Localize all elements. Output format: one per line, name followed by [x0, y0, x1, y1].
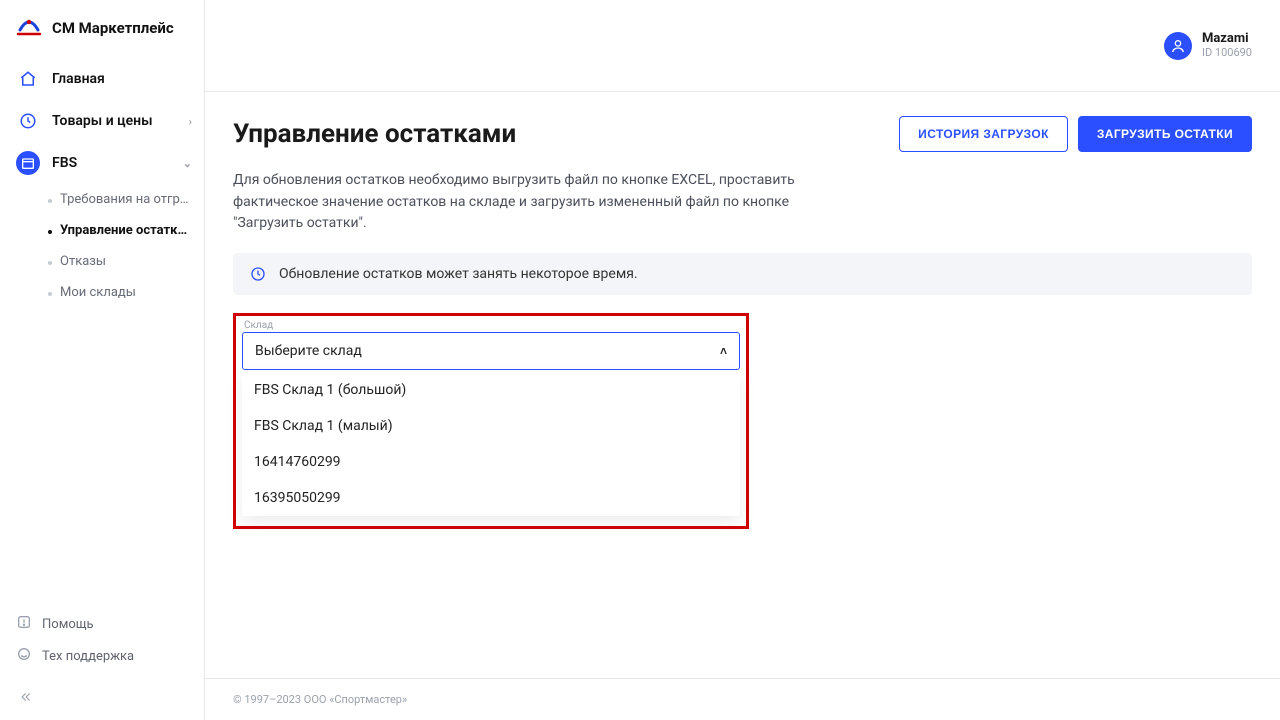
topbar: Mazami ID 100690 — [205, 0, 1280, 92]
footer: © 1997–2023 ООО «Спортмастер» — [205, 678, 1280, 720]
page-header: Управление остатками ИСТОРИЯ ЗАГРУЗОК ЗА… — [233, 116, 1252, 152]
chevron-up-icon: ˄ — [720, 344, 727, 358]
support-link[interactable]: Тех поддержка — [16, 640, 188, 672]
warehouse-option[interactable]: FBS Склад 1 (малый) — [242, 408, 740, 444]
chevron-down-icon: ⌄ — [183, 157, 192, 170]
nav-label: Главная — [52, 71, 105, 87]
sidebar-bottom: Помощь Тех поддержка — [0, 608, 204, 682]
user-block[interactable]: Mazami ID 100690 — [1164, 32, 1252, 60]
history-button[interactable]: ИСТОРИЯ ЗАГРУЗОК — [899, 116, 1068, 152]
select-label: Склад — [242, 320, 740, 332]
help-icon — [16, 614, 32, 634]
info-icon — [249, 265, 267, 283]
page-description: Для обновления остатков необходимо выгру… — [233, 170, 853, 235]
sidebar-item-products[interactable]: Товары и цены › — [0, 100, 204, 142]
upload-button[interactable]: ЗАГРУЗИТЬ ОСТАТКИ — [1078, 116, 1252, 152]
fbs-subnav: Требования на отгру... Управление остатк… — [0, 184, 204, 308]
main-area: Mazami ID 100690 Управление остатками ИС… — [205, 0, 1280, 720]
select-value: Выберите склад — [255, 343, 362, 359]
help-link[interactable]: Помощь — [16, 608, 188, 640]
info-banner: Обновление остатков может занять некотор… — [233, 253, 1252, 295]
subnav-warehouses[interactable]: Мои склады — [48, 277, 192, 308]
warehouse-option[interactable]: 16414760299 — [242, 444, 740, 480]
pricetag-icon — [16, 109, 40, 133]
subnav-stock[interactable]: Управление остатками — [48, 215, 192, 246]
chevron-right-icon: › — [189, 115, 192, 128]
sidebar-item-fbs[interactable]: FBS ⌄ — [0, 142, 204, 184]
sidebar-item-home[interactable]: Главная — [0, 58, 204, 100]
help-label: Помощь — [42, 617, 94, 632]
warehouse-select[interactable]: Выберите склад ˄ — [242, 332, 740, 370]
subnav-shipments[interactable]: Требования на отгру... — [48, 184, 192, 215]
info-text: Обновление остатков может занять некотор… — [279, 266, 638, 282]
main-nav: Главная Товары и цены › FBS ⌄ Требования… — [0, 58, 204, 608]
box-icon — [16, 151, 40, 175]
nav-label: FBS — [52, 155, 77, 171]
sidebar: СМ Маркетплейс Главная Товары и цены › — [0, 0, 205, 720]
brand: СМ Маркетплейс — [0, 0, 204, 58]
warehouse-option[interactable]: FBS Склад 1 (большой) — [242, 372, 740, 408]
user-name: Mazami — [1202, 32, 1252, 46]
home-icon — [16, 67, 40, 91]
avatar — [1164, 32, 1192, 60]
brand-logo-icon — [16, 18, 42, 38]
page-title: Управление остатками — [233, 119, 516, 149]
warehouse-option[interactable]: 16395050299 — [242, 480, 740, 516]
support-label: Тех поддержка — [42, 649, 134, 664]
subnav-refusals[interactable]: Отказы — [48, 246, 192, 277]
warehouse-select-highlight: Склад Выберите склад ˄ FBS Склад 1 (боль… — [233, 313, 749, 529]
content: Управление остатками ИСТОРИЯ ЗАГРУЗОК ЗА… — [205, 92, 1280, 720]
copyright: © 1997–2023 ООО «Спортмастер» — [233, 693, 407, 706]
support-icon — [16, 646, 32, 666]
warehouse-options: FBS Склад 1 (большой) FBS Склад 1 (малый… — [242, 372, 740, 516]
brand-name: СМ Маркетплейс — [52, 19, 174, 37]
collapse-sidebar-button[interactable] — [0, 682, 204, 720]
header-actions: ИСТОРИЯ ЗАГРУЗОК ЗАГРУЗИТЬ ОСТАТКИ — [899, 116, 1252, 152]
nav-label: Товары и цены — [52, 113, 153, 129]
user-id: ID 100690 — [1202, 47, 1252, 59]
